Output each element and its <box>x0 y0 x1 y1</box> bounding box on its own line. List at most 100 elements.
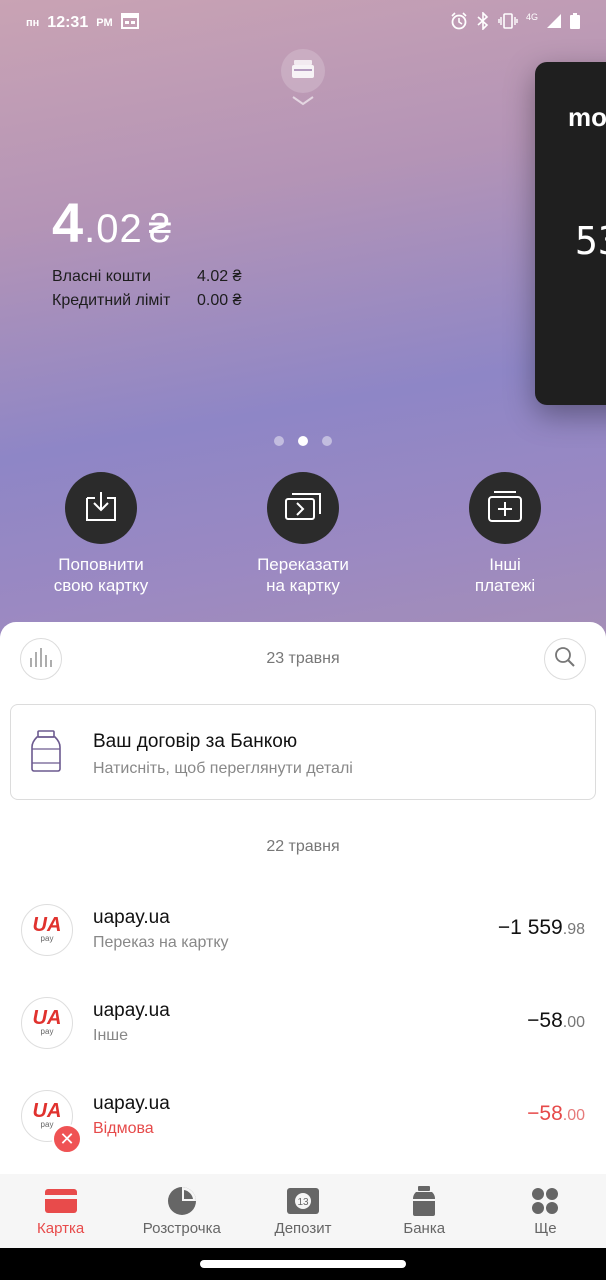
transaction-description: Відмова <box>93 1120 154 1137</box>
bank-card-preview[interactable]: mo 53 <box>535 62 606 405</box>
deposit-icon: 13 <box>287 1186 319 1216</box>
home-gesture-handle[interactable] <box>200 1260 406 1268</box>
amount-main: −1 559 <box>497 916 563 939</box>
svg-text:13: 13 <box>297 1197 309 1208</box>
card-icon <box>44 1186 77 1216</box>
nav-installments[interactable]: Розстрочка <box>121 1174 242 1248</box>
quick-actions: Поповнити свою картку Переказати на карт… <box>0 472 606 602</box>
card-pager <box>274 436 332 446</box>
amount-cents: .00 <box>562 1107 585 1124</box>
transfer-icon <box>282 490 324 527</box>
vibrate-icon <box>498 12 518 34</box>
transaction-row-declined[interactable]: UA pay ✕ uapay.ua Відмова −58.00 <box>0 1078 606 1158</box>
transaction-amount: −1 559.98 <box>498 916 585 940</box>
nav-more-label: Ще <box>534 1219 557 1237</box>
balance-amount: 4.02 ₴ <box>52 190 241 255</box>
bottom-navigation: Картка Розстрочка 13 Депозит Банка Ще <box>0 1174 606 1248</box>
battery-icon <box>570 12 580 34</box>
network-type-label: 4G <box>525 12 538 22</box>
own-funds-row: Власні кошти 4.02 ₴ <box>52 265 241 289</box>
calendar-icon <box>120 12 139 34</box>
transaction-amount: −58.00 <box>527 1102 585 1126</box>
logo-subtext: pay <box>40 934 54 943</box>
transfer-label: Переказати на картку <box>257 555 349 595</box>
balance-block: 4.02 ₴ Власні кошти 4.02 ₴ Кредитний лімі… <box>52 190 241 313</box>
transaction-description: Інше <box>93 1027 129 1044</box>
balance-integer: 4 <box>52 191 85 254</box>
status-ampm: PM <box>96 17 113 29</box>
jar-icon <box>31 729 61 778</box>
pager-dot[interactable] <box>274 436 284 446</box>
uapay-logo: UA pay <box>21 997 73 1049</box>
nav-jar[interactable]: Банка <box>364 1174 485 1248</box>
credit-limit-row: Кредитний ліміт 0.00 ₴ <box>52 289 241 313</box>
credit-limit-value: 0.00 ₴ <box>197 292 242 309</box>
other-payments-label: Інші платежі <box>474 555 536 595</box>
pager-dot-active[interactable] <box>298 436 308 446</box>
alarm-icon <box>450 11 468 35</box>
other-payments-icon <box>486 489 524 528</box>
other-payments-circle[interactable] <box>469 472 541 544</box>
status-time: 12:31 <box>47 14 89 31</box>
transactions-sheet: 23 травня Ваш договір за Банкою Натисніт… <box>0 622 606 1182</box>
top-up-button[interactable]: Поповнити свою картку <box>11 472 191 596</box>
nav-deposit[interactable]: 13 Депозит <box>242 1174 363 1248</box>
sheet-header: 23 травня <box>0 622 606 696</box>
system-navigation-bar <box>0 1248 606 1280</box>
status-day: пн <box>26 17 40 29</box>
logo-text: UA <box>32 914 62 936</box>
logo-subtext: pay <box>40 1027 54 1036</box>
amount-main: −58 <box>527 1009 563 1032</box>
cards-stack-icon <box>291 59 315 84</box>
transfer-button[interactable]: Переказати на картку <box>213 472 393 596</box>
pager-dot[interactable] <box>322 436 332 446</box>
hero-section: пн 12:31 PM 4G 4.02 ₴ Власні кошти 4.02 … <box>0 0 606 660</box>
nav-deposit-label: Депозит <box>274 1219 332 1237</box>
logo-subtext: pay <box>40 1120 54 1129</box>
amount-cents: .98 <box>562 921 585 938</box>
search-icon <box>554 646 576 673</box>
balance-details: Власні кошти 4.02 ₴ Кредитний ліміт 0.00… <box>52 265 241 313</box>
top-up-label: Поповнити свою картку <box>53 555 149 595</box>
search-button[interactable] <box>544 638 586 680</box>
amount-cents: .00 <box>562 1014 585 1031</box>
contract-subtitle: Натисніть, щоб переглянути деталі <box>93 760 353 777</box>
transaction-merchant: uapay.ua <box>93 1000 170 1021</box>
own-funds-value: 4.02 ₴ <box>197 268 242 285</box>
signal-icon <box>546 13 562 34</box>
status-bar: пн 12:31 PM 4G <box>0 0 606 46</box>
credit-limit-label: Кредитний ліміт <box>52 292 171 309</box>
uapay-logo: UA pay <box>21 904 73 956</box>
logo-text: UA <box>32 1007 62 1029</box>
nav-more[interactable]: Ще <box>485 1174 606 1248</box>
transaction-amount: −58.00 <box>527 1009 585 1033</box>
transaction-row[interactable]: UA pay uapay.ua Переказ на картку −1 559… <box>0 892 606 972</box>
nav-jar-label: Банка <box>403 1219 446 1237</box>
balance-decimal: .02 <box>84 207 143 251</box>
top-up-circle[interactable] <box>65 472 137 544</box>
cards-switcher-button[interactable] <box>281 49 325 93</box>
chevron-down-icon <box>291 94 315 112</box>
card-number-fragment: 53 <box>575 219 606 263</box>
contract-card[interactable]: Ваш договір за Банкою Натисніть, щоб пер… <box>10 704 596 800</box>
transfer-circle[interactable] <box>267 472 339 544</box>
jar-nav-icon <box>413 1185 436 1216</box>
logo-text: UA <box>32 1100 62 1122</box>
transaction-merchant: uapay.ua <box>93 907 170 928</box>
nav-card-label: Картка <box>37 1219 85 1237</box>
transaction-description: Переказ на картку <box>93 934 229 951</box>
status-left: пн 12:31 PM <box>26 12 139 34</box>
status-right: 4G <box>450 10 580 35</box>
other-payments-button[interactable]: Інші платежі <box>415 472 595 596</box>
nav-card[interactable]: Картка <box>0 1174 121 1248</box>
bluetooth-icon <box>476 10 490 35</box>
contract-title: Ваш договір за Банкою <box>93 731 298 752</box>
date-header-2: 22 травня <box>266 838 340 855</box>
own-funds-label: Власні кошти <box>52 268 151 285</box>
top-up-icon <box>81 490 121 527</box>
transaction-merchant: uapay.ua <box>93 1093 170 1114</box>
more-dots-icon <box>531 1186 559 1216</box>
transaction-row[interactable]: UA pay uapay.ua Інше −58.00 <box>0 985 606 1065</box>
declined-x-icon: ✕ <box>52 1124 82 1154</box>
date-header-1: 23 травня <box>266 650 340 667</box>
